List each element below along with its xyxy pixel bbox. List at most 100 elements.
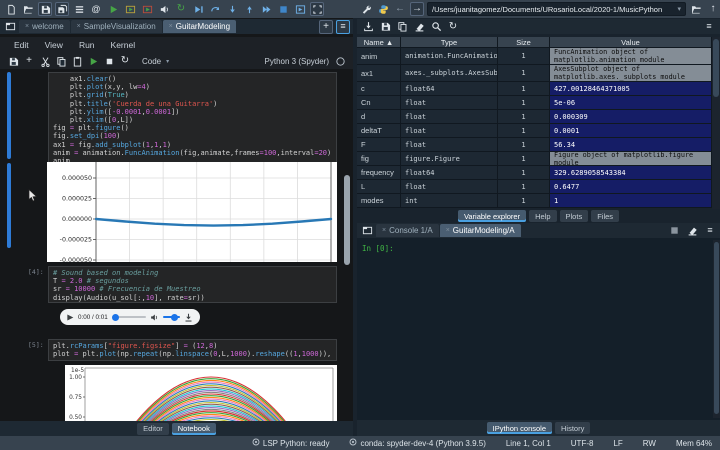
notebook-scrollbar[interactable] bbox=[344, 69, 350, 422]
editor-tab-samplevisualization[interactable]: ×SampleVisualization bbox=[71, 20, 162, 33]
cell-size[interactable]: 1 bbox=[498, 138, 550, 152]
volume-icon[interactable] bbox=[150, 310, 159, 324]
burger-icon[interactable]: ≡ bbox=[702, 20, 716, 34]
eraser-icon[interactable] bbox=[685, 224, 699, 238]
forward-icon[interactable]: → bbox=[410, 2, 424, 16]
run-to-line-icon[interactable] bbox=[191, 2, 205, 16]
menu-run[interactable]: Run bbox=[79, 40, 95, 50]
status-rw[interactable]: RW bbox=[643, 439, 656, 448]
cell-type[interactable]: float bbox=[401, 138, 498, 152]
table-row[interactable]: ax1axes._subplots.AxesSubplot1AxesSubplo… bbox=[357, 65, 712, 82]
search-icon[interactable] bbox=[429, 20, 443, 34]
python-icon[interactable] bbox=[376, 2, 390, 16]
table-row[interactable]: cfloat641427.00128464371005 bbox=[357, 82, 712, 96]
table-row[interactable]: figfigure.Figure1Figure object of matplo… bbox=[357, 152, 712, 166]
speaker-icon[interactable] bbox=[157, 2, 171, 16]
download-icon[interactable] bbox=[184, 310, 193, 324]
table-row[interactable]: animanimation.FuncAnimation1FuncAnimatio… bbox=[357, 48, 712, 65]
editor-mode-tab-notebook[interactable]: Notebook bbox=[172, 423, 216, 435]
code-cell[interactable]: plt.rcParams["figure.figsize"] = (12,8)p… bbox=[48, 339, 337, 361]
column-header-value[interactable]: Value bbox=[550, 37, 712, 48]
cell-size[interactable]: 1 bbox=[498, 82, 550, 96]
working-directory-input[interactable]: /Users/juanitagomez/Documents/URosarioLo… bbox=[427, 2, 686, 16]
cell-size[interactable]: 1 bbox=[498, 194, 550, 208]
cell-value[interactable]: AxesSubplot object of matplotlib.axes._s… bbox=[550, 65, 712, 82]
open-folder-icon[interactable] bbox=[21, 2, 35, 16]
status-mem-64-[interactable]: Mem 64% bbox=[676, 439, 712, 448]
cell-name[interactable]: L bbox=[357, 180, 401, 194]
continue-icon[interactable] bbox=[259, 2, 273, 16]
cell-name[interactable]: d bbox=[357, 110, 401, 124]
run-icon[interactable] bbox=[106, 2, 120, 16]
editor-tab-guitarmodeling[interactable]: ×GuitarModeling bbox=[163, 20, 236, 33]
cell-value[interactable]: 427.00128464371005 bbox=[550, 82, 712, 96]
plus-icon[interactable]: + bbox=[22, 54, 36, 68]
cell-type[interactable]: float bbox=[401, 110, 498, 124]
close-icon[interactable]: × bbox=[169, 23, 173, 30]
ipython-console[interactable]: In [0]: bbox=[357, 238, 720, 420]
cell-name[interactable]: fig bbox=[357, 152, 401, 166]
maximize-icon[interactable] bbox=[310, 2, 324, 16]
new-file-icon[interactable] bbox=[4, 2, 18, 16]
variable-table-scrollbar[interactable] bbox=[712, 37, 720, 209]
cell-value[interactable]: 56.34 bbox=[550, 138, 712, 152]
cell-name[interactable]: Cn bbox=[357, 96, 401, 110]
close-icon[interactable]: × bbox=[382, 227, 386, 234]
file-list-icon[interactable] bbox=[72, 2, 86, 16]
editor-tab-welcome[interactable]: ×welcome bbox=[19, 20, 70, 33]
cell-size[interactable]: 1 bbox=[498, 166, 550, 180]
copy-icon[interactable] bbox=[395, 20, 409, 34]
console-mode-tab-history[interactable]: History bbox=[555, 422, 590, 434]
copy-icon[interactable] bbox=[54, 54, 68, 68]
burger-icon[interactable]: ≡ bbox=[336, 20, 350, 34]
console-tab-console-1-a[interactable]: ×Console 1/A bbox=[376, 224, 439, 237]
back-icon[interactable]: ← bbox=[393, 2, 407, 16]
step-into-icon[interactable] bbox=[225, 2, 239, 16]
run-icon[interactable] bbox=[86, 54, 100, 68]
table-row[interactable]: modesint11 bbox=[357, 194, 712, 208]
cell-size[interactable]: 1 bbox=[498, 65, 550, 82]
step-out-icon[interactable] bbox=[242, 2, 256, 16]
save-icon[interactable] bbox=[38, 2, 52, 16]
cell-type[interactable]: float bbox=[401, 96, 498, 110]
run-settings-icon[interactable]: @ bbox=[89, 2, 103, 16]
pane-tab-help[interactable]: Help bbox=[529, 210, 556, 222]
menu-kernel[interactable]: Kernel bbox=[111, 40, 136, 50]
menu-edit[interactable]: Edit bbox=[14, 40, 29, 50]
refresh-icon[interactable]: ↻ bbox=[446, 20, 460, 34]
cell-type[interactable]: axes._subplots.AxesSubplot bbox=[401, 65, 498, 82]
play-icon[interactable] bbox=[66, 310, 74, 324]
console-tab-guitarmodeling-a[interactable]: ×GuitarModeling/A bbox=[440, 224, 521, 237]
status-line-1-col-1[interactable]: Line 1, Col 1 bbox=[506, 439, 551, 448]
column-header-size[interactable]: Size bbox=[498, 37, 550, 48]
paste-icon[interactable] bbox=[70, 54, 84, 68]
up-icon[interactable]: ↑ bbox=[706, 2, 720, 16]
cell-type[interactable]: figure.Figure bbox=[401, 152, 498, 166]
close-icon[interactable]: × bbox=[446, 227, 450, 234]
cell-type[interactable]: float64 bbox=[401, 82, 498, 96]
cell-size[interactable]: 1 bbox=[498, 124, 550, 138]
rerun-icon[interactable]: ↻ bbox=[174, 2, 188, 16]
cell-value[interactable]: 5e-06 bbox=[550, 96, 712, 110]
pane-tab-plots[interactable]: Plots bbox=[560, 210, 589, 222]
table-row[interactable]: Ffloat156.34 bbox=[357, 138, 712, 152]
status-lf[interactable]: LF bbox=[613, 439, 622, 448]
wrench-icon[interactable] bbox=[359, 2, 373, 16]
cell-name[interactable]: c bbox=[357, 82, 401, 96]
run-cell-advance-icon[interactable] bbox=[140, 2, 154, 16]
cell-type[interactable]: float bbox=[401, 124, 498, 138]
audio-progress-slider[interactable] bbox=[112, 316, 146, 318]
save-icon[interactable] bbox=[6, 54, 20, 68]
cell-size[interactable]: 1 bbox=[498, 48, 550, 65]
cell-value[interactable]: 0.6477 bbox=[550, 180, 712, 194]
pane-tab-variable-explorer[interactable]: Variable explorer bbox=[458, 210, 526, 222]
table-row[interactable]: frequencyfloat641329.6289058543384 bbox=[357, 166, 712, 180]
cell-value[interactable]: 0.000309 bbox=[550, 110, 712, 124]
run-cell-icon[interactable] bbox=[123, 2, 137, 16]
cell-name[interactable]: frequency bbox=[357, 166, 401, 180]
burger-icon[interactable]: ≡ bbox=[703, 224, 717, 238]
stop-icon[interactable] bbox=[276, 2, 290, 16]
console-mode-tab-ipython-console[interactable]: IPython console bbox=[487, 422, 552, 434]
column-header-type[interactable]: Type bbox=[401, 37, 498, 48]
console-scrollbar[interactable] bbox=[713, 240, 720, 418]
